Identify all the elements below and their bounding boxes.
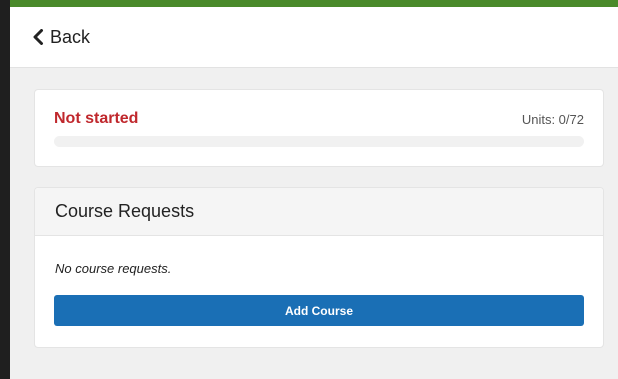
add-course-button[interactable]: Add Course	[54, 295, 584, 326]
progress-bar	[54, 136, 584, 147]
empty-requests-message: No course requests.	[55, 261, 172, 276]
back-label: Back	[50, 26, 91, 47]
progress-header: Not started Units: 0/72	[35, 110, 603, 128]
back-button[interactable]: Back	[32, 27, 90, 48]
course-requests-card: Course Requests No course requests. Add …	[34, 187, 604, 348]
left-edge	[0, 0, 10, 379]
units-count: Units: 0/72	[521, 111, 584, 127]
progress-card: Not started Units: 0/72	[34, 89, 604, 167]
course-requests-title: Course Requests	[35, 188, 603, 236]
chevron-left-icon	[32, 29, 50, 45]
main-content: Not started Units: 0/72 Course Requests …	[10, 68, 618, 379]
top-accent-bar	[0, 0, 618, 7]
page-header: Back	[10, 7, 618, 68]
status-label: Not started	[54, 110, 139, 127]
